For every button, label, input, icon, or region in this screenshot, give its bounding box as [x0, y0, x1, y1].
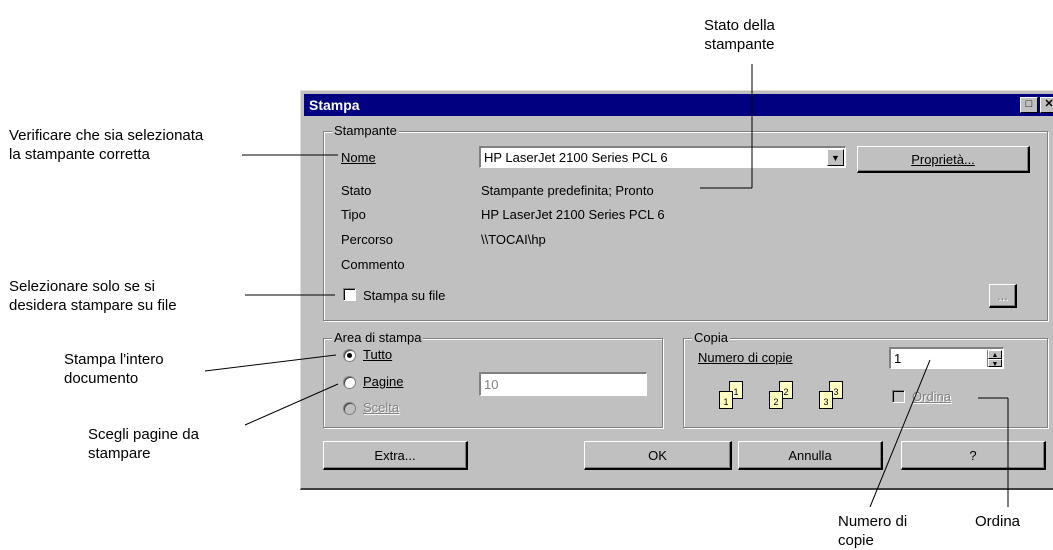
callout-verify-printer: Verificare che sia selezionata la stampa… — [9, 127, 204, 163]
print-to-file-checkbox[interactable] — [343, 288, 356, 301]
comment-label: Commento — [341, 257, 405, 272]
status-label: Stato — [341, 183, 372, 198]
close-button[interactable]: ✕ — [1040, 97, 1053, 113]
callout-print-to-file: Selezionare solo se si desidera stampare… — [9, 278, 177, 314]
callout-num-copies: Numero di copie — [838, 513, 908, 549]
spin-up-icon[interactable]: ▲ — [988, 350, 1002, 359]
ok-button-label: OK — [648, 447, 667, 463]
radio-selection — [343, 402, 356, 415]
help-button-label: ? — [969, 447, 977, 463]
copies-legend: Copia — [692, 330, 730, 345]
callout-printer-status: Stato della stampante — [704, 17, 775, 53]
path-label: Percorso — [341, 232, 394, 247]
pages-input-value: 10 — [484, 377, 499, 392]
radio-pages-label: Pagine — [363, 374, 404, 389]
callout-collate: Ordina — [975, 513, 1021, 530]
page-icon: 2 — [769, 391, 783, 409]
radio-all[interactable] — [343, 349, 356, 362]
properties-button-label: Proprietà... — [911, 151, 975, 167]
status-value: Stampante predefinita; Pronto — [481, 183, 654, 198]
page-icon: 3 — [819, 391, 833, 409]
dialog-title: Stampa — [309, 97, 360, 113]
properties-button[interactable]: Proprietà... — [857, 146, 1030, 173]
type-label: Tipo — [341, 207, 366, 222]
path-value: \\TOCAI\hp — [481, 232, 546, 247]
name-label: Nome — [341, 150, 376, 165]
pages-input[interactable]: 10 — [479, 372, 647, 396]
page-icon: 1 — [719, 391, 733, 409]
spin-down-icon[interactable]: ▼ — [988, 358, 1002, 368]
collate-checkbox — [892, 390, 905, 403]
help-button[interactable]: ? — [901, 441, 1046, 470]
radio-selection-label: Scelta — [363, 400, 400, 415]
type-value: HP LaserJet 2100 Series PCL 6 — [481, 207, 665, 222]
browse-button-label: ... — [997, 288, 1008, 303]
callout-print-all: Stampa l'intero documento — [64, 351, 164, 387]
radio-all-label: Tutto — [363, 347, 393, 362]
radio-pages[interactable] — [343, 376, 356, 389]
copies-spinner[interactable]: ▲ ▼ — [987, 350, 1002, 368]
extra-button[interactable]: Extra... — [323, 441, 468, 470]
callout-choose-pages: Scegli pagine da stampare — [88, 426, 199, 462]
printer-name-value: HP LaserJet 2100 Series PCL 6 — [484, 150, 668, 165]
print-range-legend: Area di stampa — [332, 330, 424, 345]
maximize-button[interactable]: □ — [1020, 97, 1038, 113]
collate-label: Ordina — [912, 389, 952, 404]
chevron-down-icon[interactable]: ▼ — [827, 149, 844, 166]
print-dialog: Stampa □ ✕ Stampante Nome HP LaserJet 21… — [300, 90, 1053, 490]
printer-group-legend: Stampante — [332, 123, 399, 138]
cancel-button-label: Annulla — [788, 447, 832, 463]
cancel-button[interactable]: Annulla — [738, 441, 883, 470]
copies-count-label: Numero di copie — [698, 350, 793, 365]
ok-button[interactable]: OK — [584, 441, 732, 470]
printer-name-select[interactable]: HP LaserJet 2100 Series PCL 6 ▼ — [479, 146, 846, 168]
browse-button: ... — [989, 284, 1017, 308]
extra-button-label: Extra... — [374, 447, 416, 463]
copies-count-input[interactable]: 1 ▲ ▼ — [889, 347, 1004, 369]
print-to-file-label: Stampa su file — [363, 288, 446, 303]
copies-count-value: 1 — [894, 351, 902, 366]
title-bar[interactable]: Stampa □ ✕ — [304, 94, 1053, 116]
